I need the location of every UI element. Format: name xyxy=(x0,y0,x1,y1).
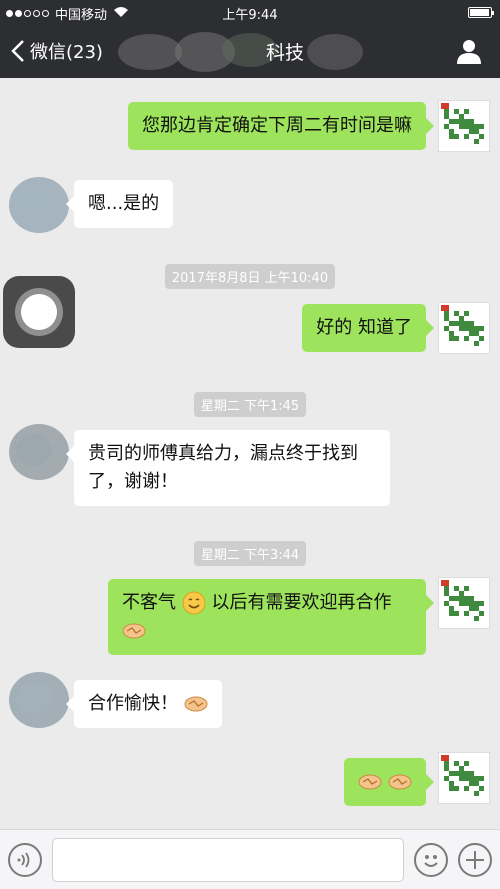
message-input[interactable] xyxy=(52,838,404,882)
message-bubble-sent[interactable]: 不客气 以后有需要欢迎再合作 xyxy=(108,579,434,655)
message-bubble-sent[interactable]: 好的 知道了 xyxy=(302,304,434,352)
status-time: 上午9:44 xyxy=(222,8,278,23)
chat-area[interactable]: 您那边肯定确定下周二有时间是嘛 嗯...是的 2017年8月8日 上午10:40… xyxy=(0,78,500,829)
plus-icon[interactable] xyxy=(458,843,492,877)
my-avatar[interactable] xyxy=(438,302,490,354)
emoji-face-icon[interactable] xyxy=(414,843,448,877)
contact-avatar[interactable] xyxy=(4,418,74,486)
input-bar xyxy=(0,829,500,889)
message-bubble-received[interactable]: 嗯...是的 xyxy=(65,180,174,228)
person-icon[interactable] xyxy=(456,38,482,64)
timestamp: 星期二 下午1:45 xyxy=(0,392,500,417)
battery-icon xyxy=(468,7,494,18)
handshake-emoji-icon xyxy=(122,623,146,639)
smile-emoji-icon xyxy=(182,591,206,615)
message-bubble-sent[interactable]: 您那边肯定确定下周二有时间是嘛 xyxy=(128,102,434,150)
my-avatar[interactable] xyxy=(438,752,490,804)
my-avatar[interactable] xyxy=(438,577,490,629)
timestamp: 2017年8月8日 上午10:40 xyxy=(0,264,500,289)
status-bar: 中国移动 上午9:44 xyxy=(0,0,500,24)
timestamp: 星期二 下午3:44 xyxy=(0,541,500,566)
message-bubble-sent[interactable] xyxy=(344,758,434,806)
contact-avatar[interactable] xyxy=(4,171,74,239)
handshake-emoji-icon xyxy=(358,774,382,790)
nav-bar: 微信(23) 科技 xyxy=(0,24,500,78)
qr-avatar-image xyxy=(441,305,484,346)
qr-avatar-image xyxy=(441,103,484,144)
message-bubble-received[interactable]: 合作愉快！ xyxy=(66,680,222,728)
handshake-emoji-icon xyxy=(388,774,412,790)
qr-avatar-image xyxy=(441,755,484,796)
voice-icon[interactable] xyxy=(8,843,42,877)
handshake-emoji-icon xyxy=(184,696,208,712)
message-bubble-received[interactable]: 贵司的师傅真给力，漏点终于找到 了，谢谢！ xyxy=(66,430,390,506)
my-avatar[interactable] xyxy=(438,100,490,152)
contact-avatar[interactable] xyxy=(4,666,74,734)
qr-avatar-image xyxy=(441,580,484,621)
chat-title: 科技 xyxy=(265,42,304,64)
